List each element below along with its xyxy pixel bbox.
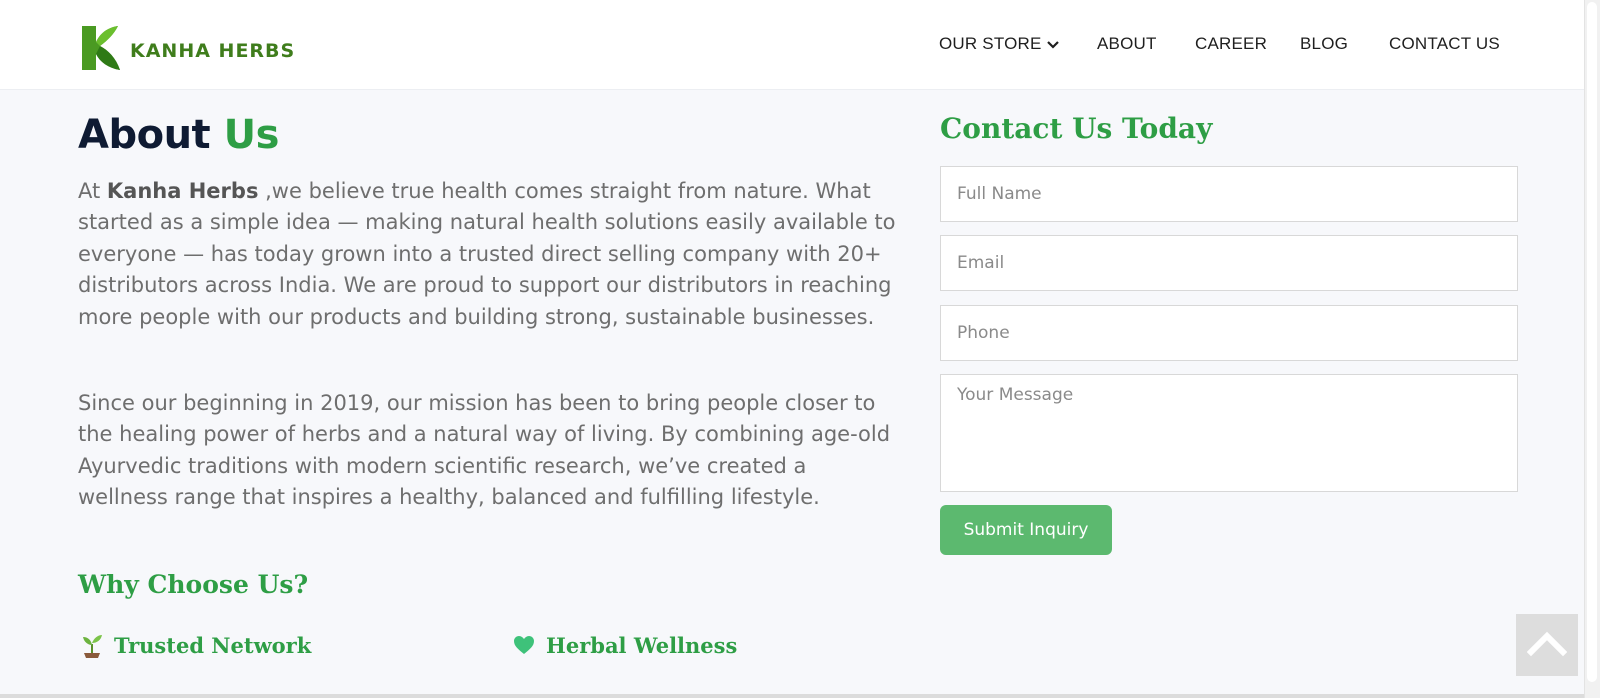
nav-career[interactable]: CAREER — [1195, 34, 1267, 54]
email-field[interactable] — [940, 235, 1518, 291]
brand-name: Kanha Herbs — [106, 179, 259, 203]
about-title: About Us — [78, 112, 279, 158]
nav-blog[interactable]: BLOG — [1300, 34, 1348, 54]
site-header: KANHA HERBS OUR STORE ABOUT CAREER BLOG … — [0, 0, 1584, 90]
scroll-to-top-button[interactable] — [1516, 614, 1578, 676]
green-heart-icon — [514, 636, 534, 654]
message-field[interactable] — [940, 374, 1518, 492]
page-scrollbar[interactable] — [1584, 0, 1600, 698]
submit-inquiry-button[interactable]: Submit Inquiry — [940, 505, 1112, 555]
feature-trusted-network-label: Trusted Network — [114, 632, 312, 658]
page-bottom-divider — [0, 694, 1584, 698]
nav-contact-us[interactable]: CONTACT US — [1389, 34, 1500, 54]
feature-herbal-wellness-label: Herbal Wellness — [546, 632, 738, 658]
about-title-accent: Us — [223, 112, 280, 158]
seedling-icon — [83, 635, 102, 658]
about-paragraph-2: Since our beginning in 2019, our mission… — [78, 391, 891, 510]
main-nav: OUR STORE ABOUT CAREER BLOG CONTACT US — [0, 34, 1584, 58]
about-paragraph-1: At Kanha Herbs ,we believe true health c… — [78, 176, 898, 333]
feature-herbal-wellness: Herbal Wellness — [512, 632, 737, 658]
full-name-field[interactable] — [940, 166, 1518, 222]
nav-our-store[interactable]: OUR STORE — [939, 34, 1060, 54]
scrollbar-thumb[interactable] — [1587, 2, 1597, 682]
chevron-down-icon — [1046, 40, 1059, 49]
chevron-up-icon — [1527, 631, 1567, 657]
about-p1-prefix: At — [78, 179, 107, 203]
nav-our-store-label: OUR STORE — [939, 34, 1042, 53]
phone-field[interactable] — [940, 305, 1518, 361]
about-title-main: About — [78, 112, 211, 158]
feature-trusted-network: Trusted Network — [80, 632, 311, 658]
nav-about[interactable]: ABOUT — [1097, 34, 1157, 54]
contact-title: Contact Us Today — [940, 112, 1213, 145]
why-choose-title: Why Choose Us? — [78, 570, 309, 599]
